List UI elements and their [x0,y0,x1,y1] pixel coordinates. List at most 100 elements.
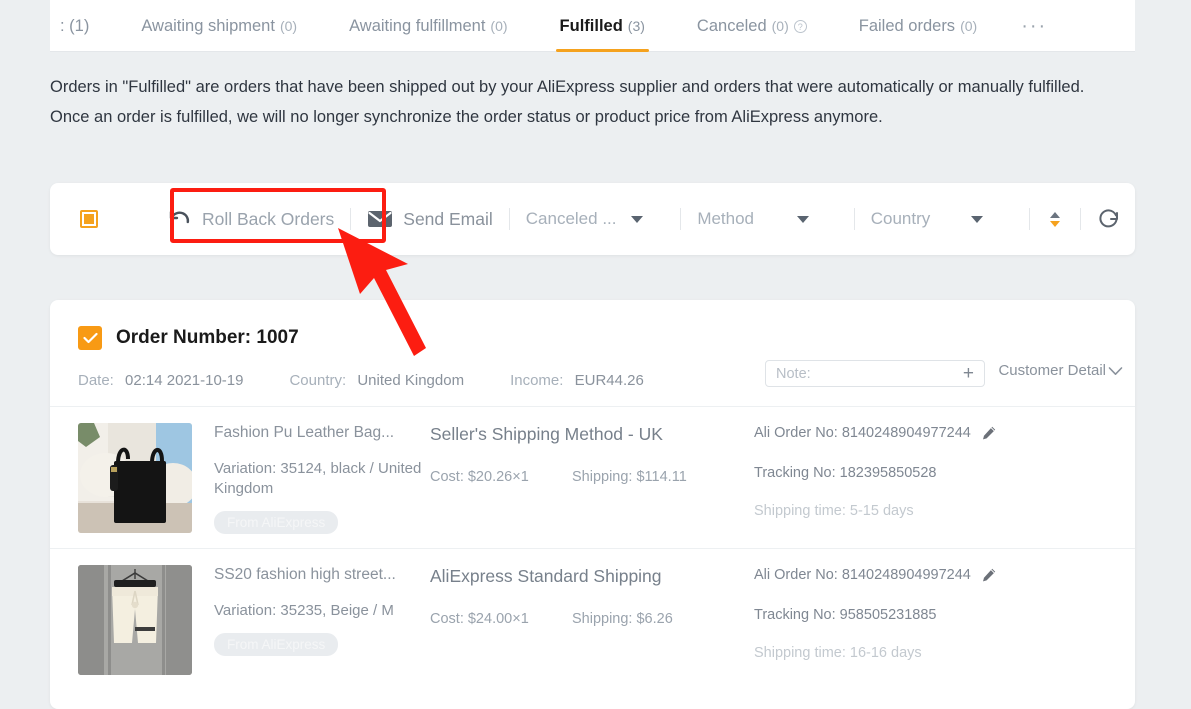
product-variation: Variation: 35235, Beige / M [214,602,394,619]
tab-count: (3) [627,18,645,34]
send-email-button[interactable]: Send Email [367,209,493,230]
black-leather-tote-bag-on-bed-image [78,423,192,533]
order-select-checkbox[interactable] [78,326,102,350]
source-tag: From AliExpress [214,511,339,534]
product-shipping-cost: Shipping: $6.26 [572,611,673,627]
sort-descending-icon [1050,220,1060,227]
order-income: Income: EUR44.26 [510,372,644,389]
cost-row: Cost: $20.26×1 Shipping: $114.11 [430,469,744,485]
ali-order-no: Ali Order No: 8140248904997244 [754,567,971,583]
order-meta-row: Date: 02:14 2021-10-19 Country: United K… [50,350,1135,396]
ali-order-no-row: Ali Order No: 8140248904977244 [754,423,1107,443]
tab-awaiting-shipment[interactable]: Awaiting shipment (0) [115,0,323,52]
send-email-label: Send Email [403,208,493,229]
chevron-down-icon [970,215,983,223]
plus-icon[interactable]: + [963,364,974,383]
tab-canceled[interactable]: Canceled (0) ? [671,0,833,52]
tab-truncated[interactable]: : (1) [50,0,115,52]
orders-page: : (1) Awaiting shipment (0) Awaiting ful… [0,0,1191,709]
chevron-down-icon [797,215,810,223]
tab-label: Awaiting shipment [141,16,275,35]
chevron-down-icon [630,215,643,223]
shipping-info: Seller's Shipping Method - UK Cost: $20.… [424,423,744,534]
pencil-icon[interactable] [981,567,997,583]
order-number: Order Number: 1007 [116,327,299,348]
tab-label: : (1) [60,16,90,35]
product-thumbnail[interactable] [78,423,192,533]
check-icon [82,332,98,344]
order-note-placeholder: Note: [776,365,811,382]
product-variation: Variation: 35124, black / United Kingdom [214,460,422,497]
shipping-time: Shipping time: 16-16 days [754,645,922,661]
sort-order-toggle[interactable] [1046,211,1064,227]
tracking-info: Ali Order No: 8140248904977244 Tracking … [744,423,1107,534]
order-date: Date: 02:14 2021-10-19 [78,372,243,389]
product-name[interactable]: Fashion Pu Leather Bag... [214,423,424,443]
tab-label: Awaiting fulfillment [349,16,486,35]
shipping-time: Shipping time: 5-15 days [754,503,914,519]
country-filter-dropdown[interactable]: Country [871,209,1013,229]
product-info: Fashion Pu Leather Bag... Variation: 351… [192,423,424,534]
more-tabs-icon[interactable]: ··· [1003,0,1065,52]
order-title-row: Order Number: 1007 [50,326,1135,350]
ali-order-no: Ali Order No: 8140248904977244 [754,425,971,441]
tab-count: (0) [960,18,978,34]
order-income-value: EUR44.26 [574,371,644,389]
toolbar-divider [1080,208,1081,230]
tab-description: Orders in "Fulfilled" are orders that ha… [50,78,1085,126]
order-header: Order Number: 1007 Date: 02:14 2021-10-1… [50,300,1135,407]
tracking-no: Tracking No: 958505231885 [754,607,937,623]
select-all-checkbox[interactable] [80,210,98,228]
chevron-down-icon [1108,366,1123,375]
mail-icon [368,211,393,227]
tab-awaiting-fulfillment[interactable]: Awaiting fulfillment (0) [323,0,533,52]
refresh-icon[interactable] [1097,207,1121,231]
order-date-key: Date: [78,371,114,389]
order-country-value: United Kingdom [357,371,465,389]
order-line-item: Fashion Pu Leather Bag... Variation: 351… [50,407,1135,548]
help-icon[interactable]: ? [793,19,807,33]
order-status-tabs: : (1) Awaiting shipment (0) Awaiting ful… [50,0,1135,52]
indeterminate-square-icon [84,214,94,224]
toolbar-divider [508,208,510,230]
ali-order-no-row: Ali Order No: 8140248904997244 [754,565,1107,585]
tab-fulfilled[interactable]: Fulfilled (3) [534,0,671,52]
toolbar-divider [350,208,352,230]
pencil-icon[interactable] [981,425,997,441]
method-filter-dropdown[interactable]: Method [697,209,837,229]
product-cost: Cost: $20.26×1 [430,469,529,485]
product-name[interactable]: SS20 fashion high street... [214,565,424,585]
tab-label: Canceled [696,16,767,35]
product-cost: Cost: $24.00×1 [430,611,529,627]
source-tag: From AliExpress [214,633,339,656]
order-income-key: Income: [510,371,564,389]
tracking-info: Ali Order No: 8140248904997244 Tracking … [744,565,1107,675]
tab-count: (0) [771,18,789,34]
country-filter-label: Country [870,209,931,228]
product-shipping-cost: Shipping: $114.11 [572,469,687,485]
canceled-filter-dropdown[interactable]: Canceled ... [526,209,665,229]
order-note-input[interactable]: Note: + [765,360,985,387]
toolbar-divider [1029,208,1030,230]
toolbar-divider [853,208,855,230]
customer-detail-toggle[interactable]: Customer Detail [998,362,1123,379]
order-country: Country: United Kingdom [289,372,464,389]
order-card: Order Number: 1007 Date: 02:14 2021-10-1… [50,300,1135,709]
shipping-time-row: Shipping time: 5-15 days [754,501,1107,521]
tracking-no-row: Tracking No: 958505231885 [754,605,1107,625]
order-country-key: Country: [289,371,347,389]
undo-icon [169,210,190,224]
beige-shorts-on-hanger-image [78,565,192,675]
tab-count: (0) [279,18,298,34]
orders-toolbar: Roll Back Orders Send Email Canceled ...… [50,183,1135,255]
tracking-no: Tracking No: 182395850528 [754,465,937,481]
tab-count: (0) [490,18,508,34]
roll-back-orders-button[interactable]: Roll Back Orders [168,209,334,230]
tab-label: Failed orders [858,16,956,35]
method-filter-label: Method [697,209,755,228]
product-thumbnail[interactable] [78,565,192,675]
order-line-item: SS20 fashion high street... Variation: 3… [50,548,1135,689]
more-tabs-label: ··· [1021,14,1048,37]
tab-failed-orders[interactable]: Failed orders (0) [833,0,1003,52]
sort-ascending-icon [1050,211,1060,218]
